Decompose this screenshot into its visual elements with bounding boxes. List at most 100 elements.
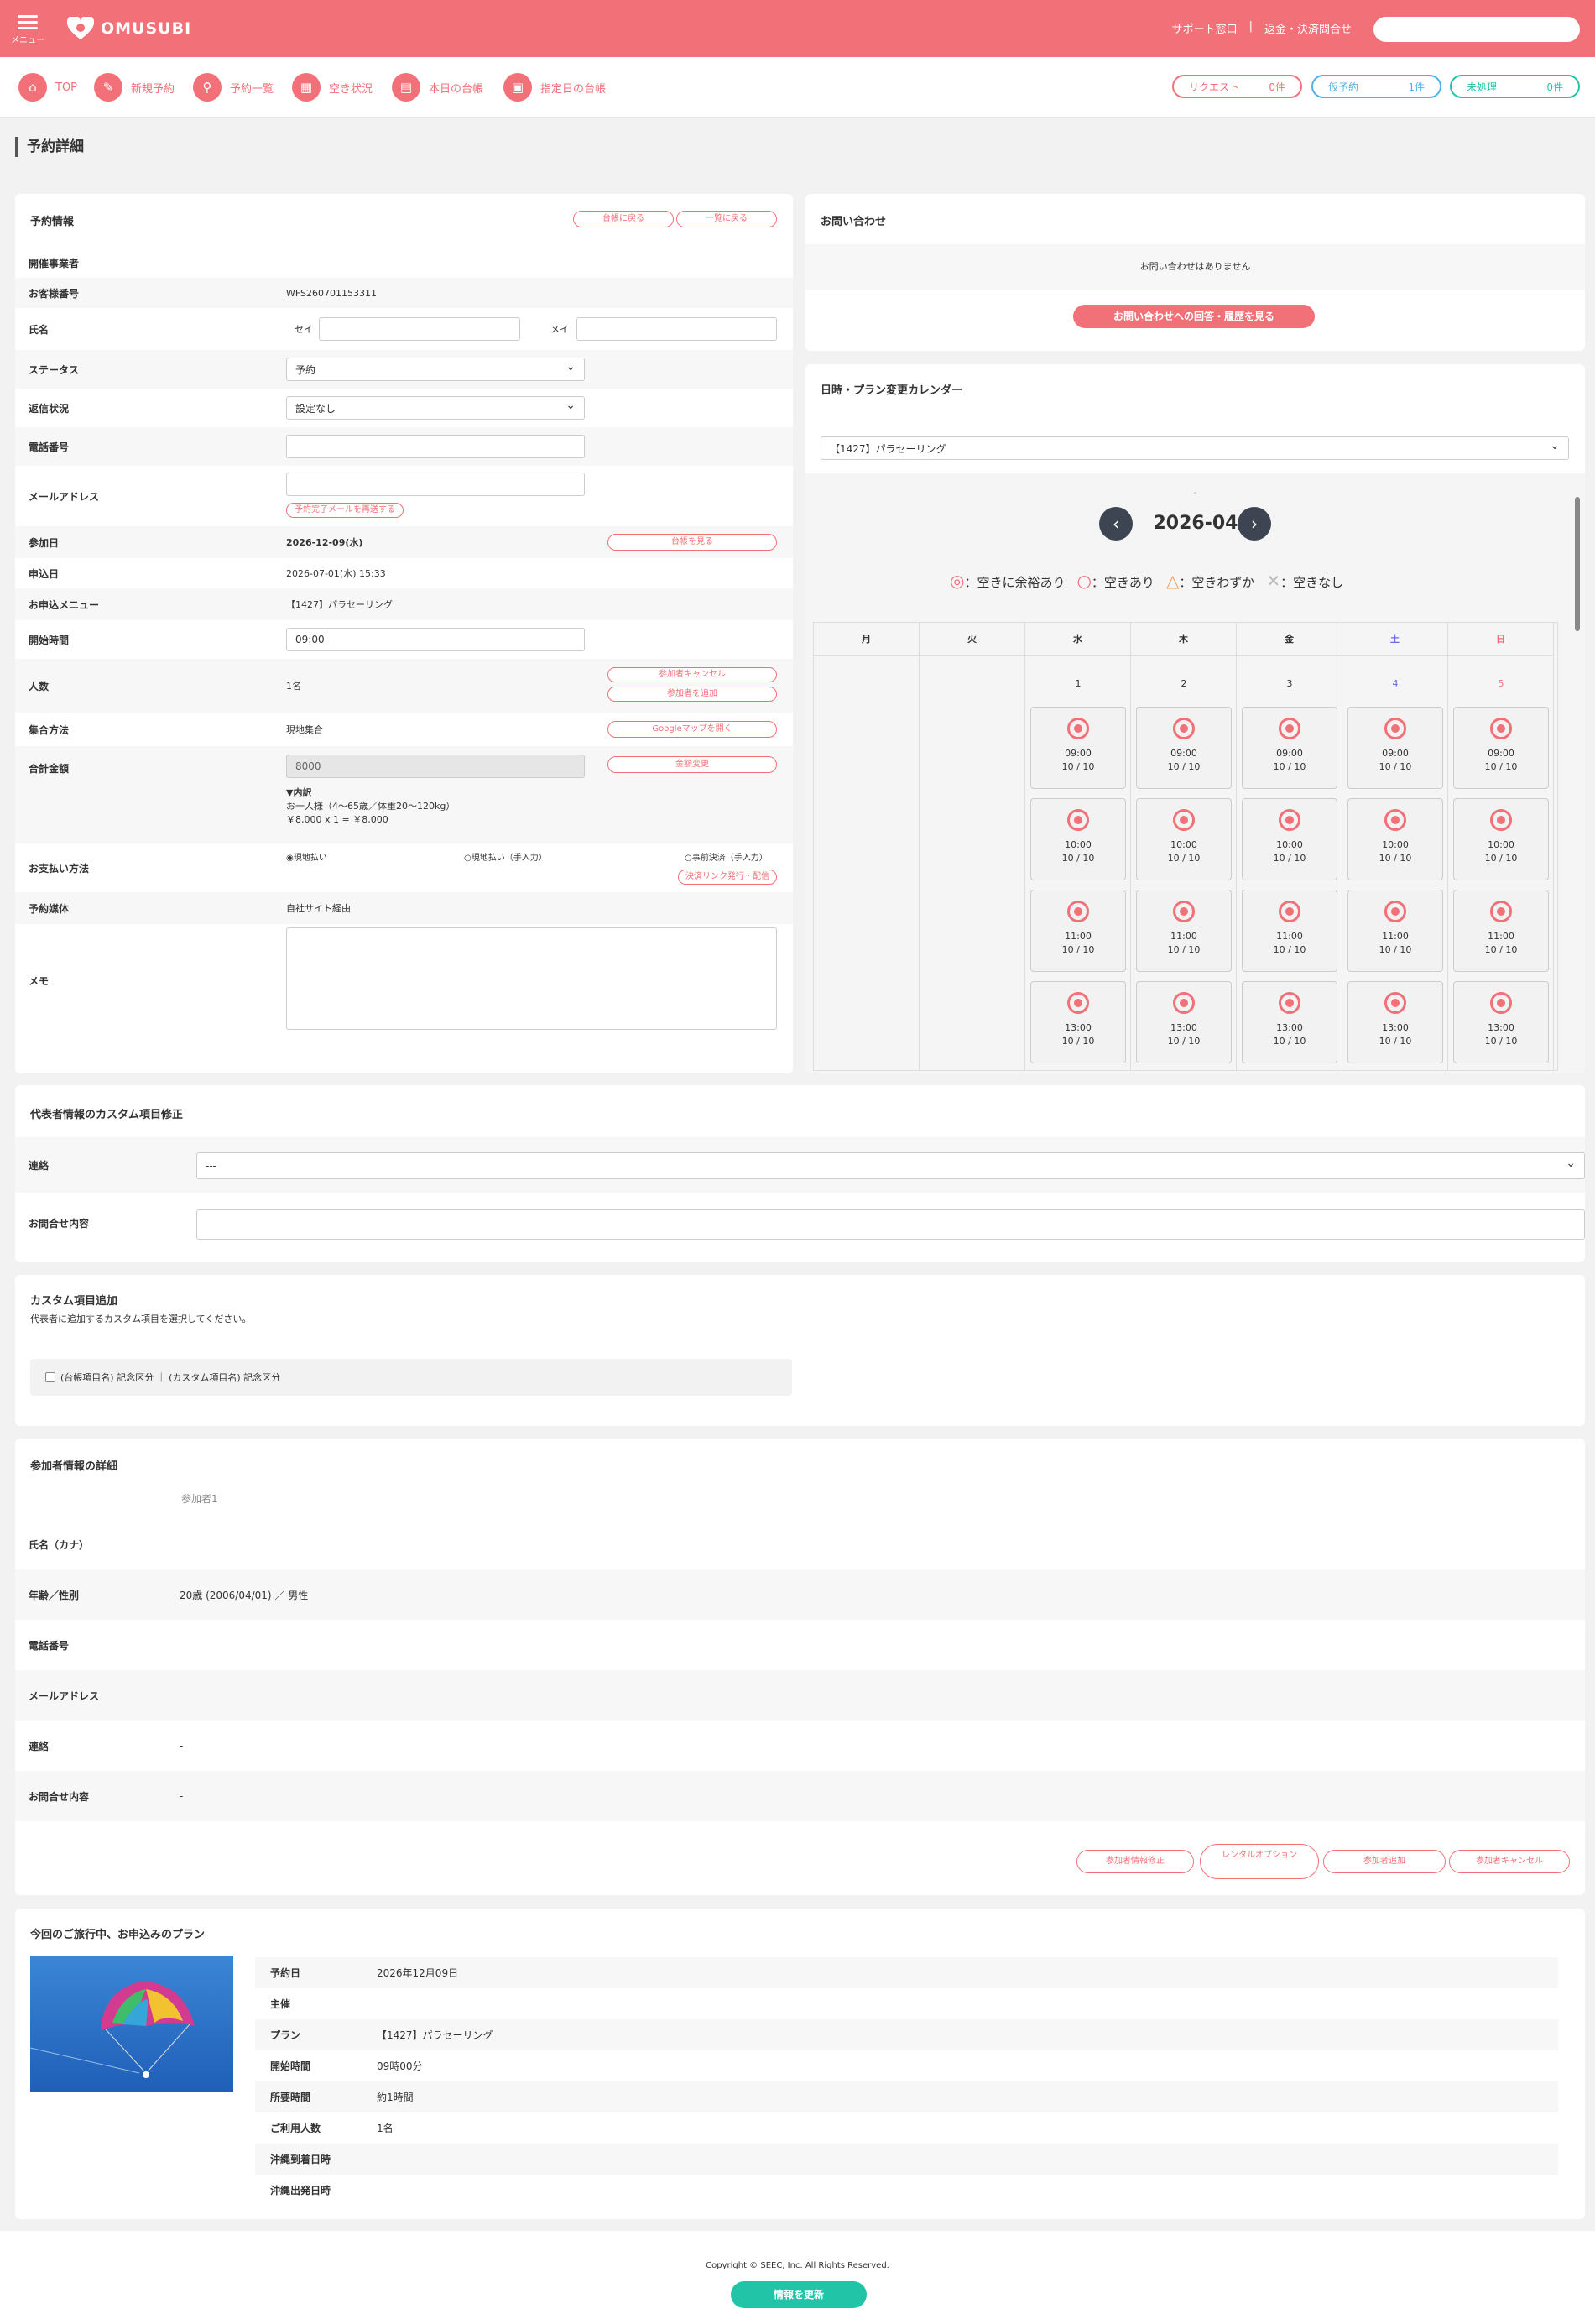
email-input[interactable]	[286, 473, 585, 496]
next-month-button[interactable]: ›	[1238, 507, 1271, 541]
cancel-participant-button[interactable]: 参加者キャンセル	[607, 667, 777, 682]
provisional-badge[interactable]: 仮予約 1件	[1311, 75, 1441, 98]
double-circle-icon	[1490, 901, 1512, 922]
status-select[interactable]: 予約	[286, 358, 585, 381]
time-slot[interactable]: 11:00 10 / 10	[1136, 890, 1232, 972]
add-participant-button[interactable]: 参加者を追加	[607, 687, 777, 702]
plan-row-value: 2026年12月09日	[377, 1967, 459, 1979]
inquiry-content-textarea[interactable]	[196, 1209, 1585, 1240]
time-slot[interactable]: 09:00 10 / 10	[1453, 707, 1549, 789]
time-slot[interactable]: 11:00 10 / 10	[1347, 890, 1443, 972]
prev-month-button[interactable]: ‹	[1099, 507, 1133, 541]
nav-label: TOP	[55, 81, 78, 94]
time-slot[interactable]: 13:00 10 / 10	[1242, 981, 1337, 1063]
slot-time: 11:00	[1276, 931, 1303, 942]
rental-option-button[interactable]: レンタルオプション	[1200, 1844, 1319, 1879]
payment-link-button[interactable]: 決済リンク発行・配信	[678, 870, 777, 885]
nav-today-ledger[interactable]: ▤ 本日の台帳	[392, 73, 483, 102]
phone-input[interactable]	[286, 435, 585, 458]
nav-top[interactable]: ⌂ TOP	[18, 73, 78, 102]
logo[interactable]: OMUSUBI	[67, 13, 191, 44]
time-slot[interactable]: 10:00 10 / 10	[1347, 798, 1443, 880]
cancel-participant-bottom-button[interactable]: 参加者キャンセル	[1449, 1850, 1570, 1873]
resend-mail-button[interactable]: 予約完了メールを再送する	[286, 503, 404, 518]
memo-row: メモ	[15, 924, 793, 1037]
double-circle-icon	[1067, 901, 1089, 922]
weekday-header: 水	[1025, 623, 1131, 656]
customer-no-label: お客様番号	[29, 287, 80, 300]
time-slot[interactable]: 13:00 10 / 10	[1453, 981, 1549, 1063]
weekday-header: 土	[1342, 623, 1448, 656]
participant-row: 年齢／性別 20歳 (2006/04/01) ／ 男性	[15, 1569, 1585, 1620]
time-slot[interactable]: 09:00 10 / 10	[1030, 707, 1126, 789]
time-slot[interactable]: 13:00 10 / 10	[1347, 981, 1443, 1063]
back-to-ledger-button[interactable]: 台帳に戻る	[573, 211, 674, 227]
contact-select[interactable]: ---	[196, 1152, 1585, 1179]
reply-select-value: 設定なし	[295, 402, 336, 415]
time-slot[interactable]: 10:00 10 / 10	[1136, 798, 1232, 880]
custom-add-option[interactable]: (台帳項目名) 記念区分 ｜ (カスタム項目名) 記念区分	[30, 1359, 792, 1396]
time-slot[interactable]: 09:00 10 / 10	[1347, 707, 1443, 789]
total-input[interactable]: 8000	[286, 755, 585, 778]
time-slot[interactable]: 09:00 10 / 10	[1136, 707, 1232, 789]
participants-card: 参加者情報の詳細 参加者1 氏名（カナ） 年齢／性別 20歳 (2006/04/0…	[15, 1439, 1585, 1895]
plan-row: 沖縄出発日時	[255, 2175, 1558, 2206]
menu-button[interactable]: メニュー	[10, 12, 45, 52]
back-to-list-button[interactable]: 一覧に戻る	[676, 211, 777, 227]
header-search-input[interactable]	[1373, 17, 1580, 42]
change-price-button[interactable]: 金額変更	[607, 756, 777, 773]
time-slot[interactable]: 11:00 10 / 10	[1030, 890, 1126, 972]
nav-new-reservation[interactable]: ✎ 新規予約	[94, 73, 175, 102]
slot-time: 10:00	[1170, 839, 1197, 850]
unprocessed-badge[interactable]: 未処理 0件	[1450, 75, 1580, 98]
add-participant-bottom-button[interactable]: 参加者追加	[1323, 1850, 1446, 1873]
request-badge[interactable]: リクエスト 0件	[1172, 75, 1302, 98]
nav-date-ledger[interactable]: ▣ 指定日の台帳	[503, 73, 606, 102]
status-row: ステータス 予約	[15, 350, 793, 389]
logo-text: OMUSUBI	[101, 19, 192, 38]
participant-row-value: -	[180, 1740, 184, 1752]
pay-option-onsite-manual[interactable]: ○現地払い（手入力）	[464, 850, 547, 863]
refund-link[interactable]: 返金・決済問合せ	[1264, 20, 1352, 36]
start-time-input[interactable]: 09:00	[286, 628, 585, 651]
radio-icon: ○	[685, 854, 692, 863]
mei-input[interactable]	[576, 317, 777, 341]
calendar-grid: 月火水木金土日 1 09:00 10 / 10 10:00 10 / 10 11:00 10 …	[813, 622, 1558, 1071]
support-link[interactable]: サポート窓口	[1172, 20, 1238, 36]
memo-textarea[interactable]	[286, 927, 777, 1030]
pay-option-prepaid[interactable]: ○事前決済（手入力）	[685, 850, 768, 863]
pay-option-onsite[interactable]: ◉現地払い	[286, 850, 327, 863]
plan-row: 開始時間 09時00分	[255, 2050, 1558, 2081]
plan-row-label: ご利用人数	[270, 2123, 321, 2134]
chevron-left-icon: ‹	[1113, 514, 1119, 534]
nav-availability[interactable]: ▦ 空き状況	[292, 73, 373, 102]
google-map-button[interactable]: Googleマップを開く	[607, 721, 777, 738]
edit-participant-button[interactable]: 参加者情報修正	[1076, 1850, 1194, 1873]
reply-select[interactable]: 設定なし	[286, 396, 585, 420]
time-slot[interactable]: 09:00 10 / 10	[1242, 707, 1337, 789]
time-slot[interactable]: 13:00 10 / 10	[1136, 981, 1232, 1063]
time-slot[interactable]: 11:00 10 / 10	[1242, 890, 1337, 972]
weekday-header: 日	[1448, 623, 1554, 656]
apply-value: 2026-07-01(水) 15:33	[286, 568, 386, 579]
time-slot[interactable]: 13:00 10 / 10	[1030, 981, 1126, 1063]
time-slot[interactable]: 10:00 10 / 10	[1453, 798, 1549, 880]
plan-select[interactable]: 【1427】パラセーリング	[821, 436, 1569, 460]
weekday-header: 月	[814, 623, 920, 656]
update-button[interactable]: 情報を更新	[731, 2281, 867, 2308]
time-slot[interactable]: 10:00 10 / 10	[1242, 798, 1337, 880]
calendar-scrollbar[interactable]	[1575, 497, 1580, 631]
time-slot[interactable]: 10:00 10 / 10	[1030, 798, 1126, 880]
apply-label: 申込日	[29, 567, 60, 580]
plan-row-value: 1名	[377, 2123, 394, 2134]
sei-input[interactable]	[319, 317, 520, 341]
calendar-date: 4	[1392, 678, 1399, 689]
participant-row-label: お問合せ内容	[29, 1790, 90, 1803]
inquiry-history-button[interactable]: お問い合わせへの回答・履歴を見る	[1073, 305, 1315, 328]
badge-count: 0件	[1269, 81, 1285, 93]
see-ledger-button[interactable]: 台帳を見る	[607, 534, 777, 551]
time-slot[interactable]: 11:00 10 / 10	[1453, 890, 1549, 972]
nav-reservation-list[interactable]: ⚲ 予約一覧	[193, 73, 274, 102]
slot-capacity: 10 / 10	[1167, 853, 1201, 864]
slot-capacity: 10 / 10	[1379, 761, 1412, 772]
